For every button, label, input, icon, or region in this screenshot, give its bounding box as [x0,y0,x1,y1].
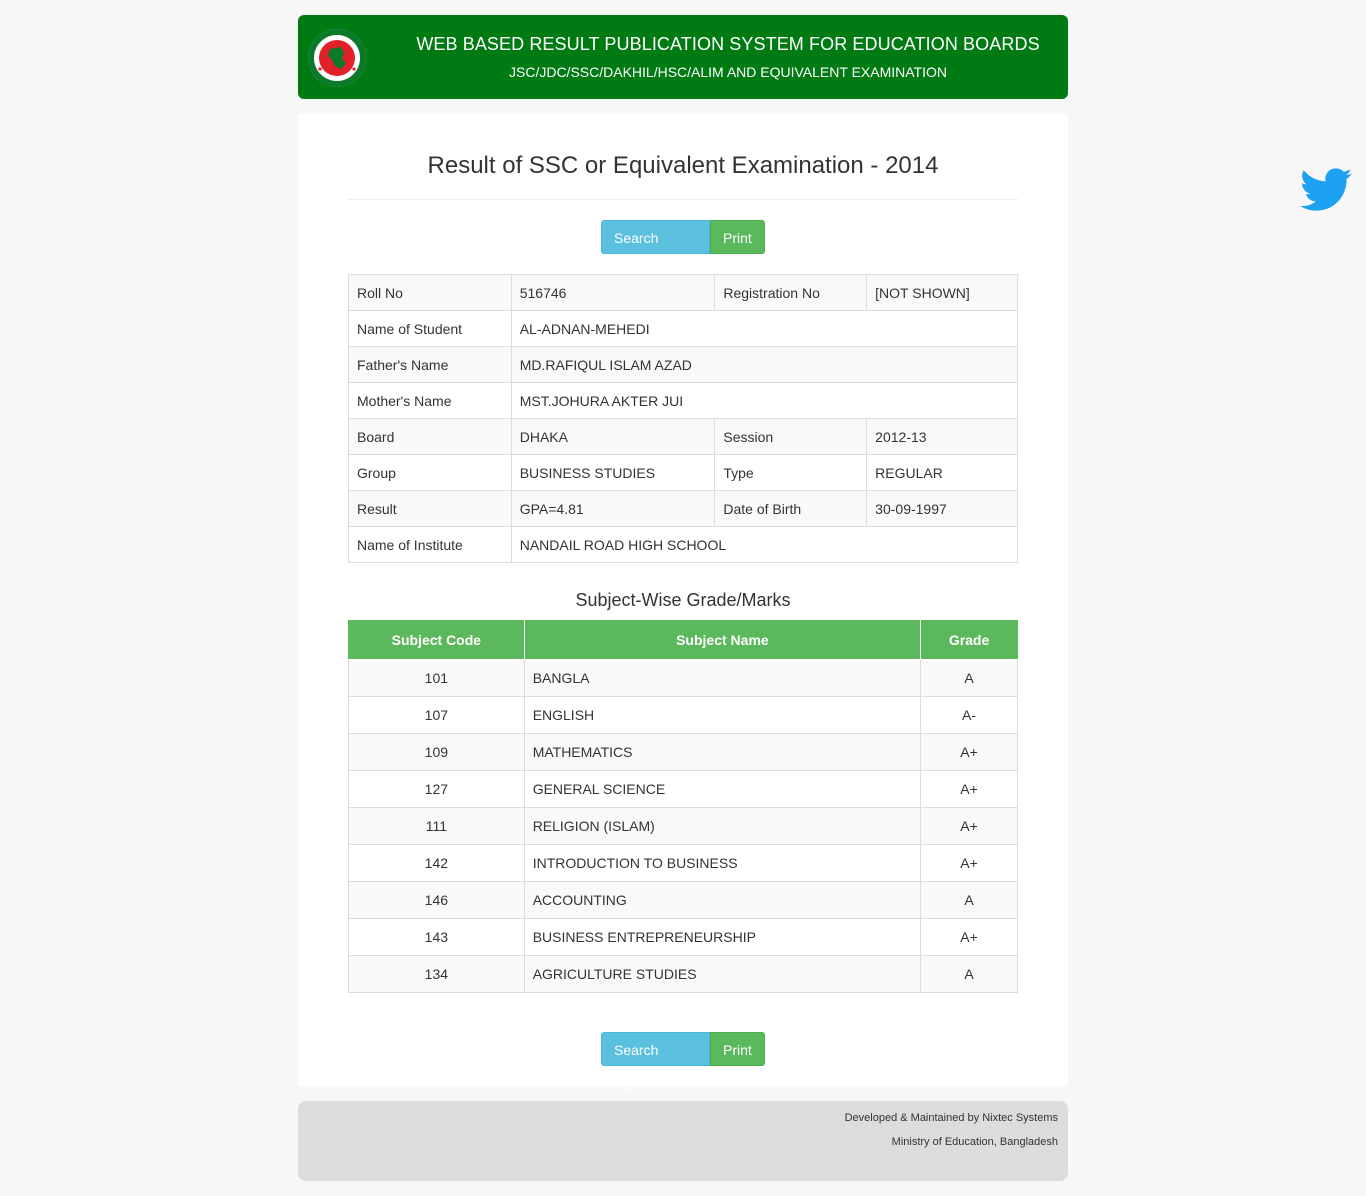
subject-name: BANGLA [523,659,922,697]
board-value: DHAKA [510,418,716,455]
top-button-group: Search Again Print [601,220,765,280]
column-header-subject-code: Subject Code [348,620,525,660]
registration-value: [NOT SHOWN] [866,274,1018,311]
subject-name: ENGLISH [523,696,922,734]
bangladesh-government-seal-icon [308,29,366,87]
student-name-value: AL-ADNAN-MEHEDI [510,310,1019,347]
subject-code: 143 [348,918,525,956]
subject-name: ACCOUNTING [523,881,922,919]
table-row: Result GPA=4.81 Date of Birth 30-09-1997 [348,490,1018,527]
site-header: WEB BASED RESULT PUBLICATION SYSTEM FOR … [298,15,1068,99]
subject-grade: A+ [920,807,1018,845]
subject-code: 109 [348,733,525,771]
subject-code: 146 [348,881,525,919]
result-label: Result [348,490,512,527]
bottom-button-group: Search Again Print [601,1032,765,1092]
subject-code: 134 [348,955,525,993]
table-row: Roll No 516746 Registration No [NOT SHOW… [348,274,1018,311]
subject-grade: A [920,659,1018,697]
subject-code: 142 [348,844,525,882]
group-label: Group [348,454,512,491]
table-row: Group BUSINESS STUDIES Type REGULAR [348,454,1018,491]
table-row: 142 INTRODUCTION TO BUSINESS A+ [348,844,1018,882]
subject-code: 101 [348,659,525,697]
footer-ministry: Ministry of Education, Bangladesh [891,1136,1058,1148]
subject-grade: A+ [920,844,1018,882]
column-header-subject-name: Subject Name [523,620,922,660]
subject-name: INTRODUCTION TO BUSINESS [523,844,922,882]
type-label: Type [714,454,868,491]
roll-value: 516746 [510,274,716,311]
search-again-button-bottom[interactable]: Search Again [601,1032,710,1092]
subject-code: 107 [348,696,525,734]
subject-code: 111 [348,807,525,845]
print-button-bottom[interactable]: Print [710,1032,765,1066]
subject-grade: A [920,881,1018,919]
subject-name: MATHEMATICS [523,733,922,771]
dob-label: Date of Birth [714,490,868,527]
grades-header-row: Subject Code Subject Name Grade [348,620,1018,660]
institute-value: NANDAIL ROAD HIGH SCHOOL [510,526,1019,563]
search-again-button[interactable]: Search Again [601,220,710,280]
footer-developer: Developed & Maintained by Nixtec Systems [844,1112,1058,1124]
header-title: WEB BASED RESULT PUBLICATION SYSTEM FOR … [416,34,1040,54]
table-row: Name of Institute NANDAIL ROAD HIGH SCHO… [348,526,1019,563]
twitter-bird-icon[interactable] [1300,168,1352,212]
subject-grade: A [920,955,1018,993]
subject-grade: A- [920,696,1018,734]
mother-name-label: Mother's Name [348,382,512,419]
subject-name: AGRICULTURE STUDIES [523,955,922,993]
group-value: BUSINESS STUDIES [510,454,716,491]
type-value: REGULAR [866,454,1018,491]
dob-value: 30-09-1997 [866,490,1018,527]
subject-grade: A+ [920,770,1018,808]
table-row: 146 ACCOUNTING A [348,881,1018,919]
header-subtitle: JSC/JDC/SSC/DAKHIL/HSC/ALIM AND EQUIVALE… [509,64,947,80]
subject-name: BUSINESS ENTREPRENEURSHIP [523,918,922,956]
student-info-table: Roll No 516746 Registration No [NOT SHOW… [348,274,1019,563]
subject-name: RELIGION (ISLAM) [523,807,922,845]
table-row: 134 AGRICULTURE STUDIES A [348,955,1018,993]
table-row: 127 GENERAL SCIENCE A+ [348,770,1018,808]
column-header-grade: Grade [920,620,1018,660]
result-value: GPA=4.81 [510,490,716,527]
table-row: 107 ENGLISH A- [348,696,1018,734]
table-row: 111 RELIGION (ISLAM) A+ [348,807,1018,845]
table-row: Father's Name MD.RAFIQUL ISLAM AZAD [348,346,1019,383]
student-name-label: Name of Student [348,310,512,347]
father-name-value: MD.RAFIQUL ISLAM AZAD [510,346,1019,383]
subject-name: GENERAL SCIENCE [523,770,922,808]
table-row: Mother's Name MST.JOHURA AKTER JUI [348,382,1019,419]
registration-label: Registration No [714,274,868,311]
roll-label: Roll No [348,274,512,311]
table-row: 101 BANGLA A [348,659,1018,697]
grades-heading: Subject-Wise Grade/Marks [575,590,791,610]
page-title: Result of SSC or Equivalent Examination … [427,152,939,179]
session-label: Session [714,418,868,455]
result-panel: Result of SSC or Equivalent Examination … [298,114,1068,1092]
father-name-label: Father's Name [348,346,512,383]
grades-table: Subject Code Subject Name Grade 101 BANG… [348,620,1018,993]
session-value: 2012-13 [866,418,1018,455]
subject-grade: A+ [920,733,1018,771]
table-row: 143 BUSINESS ENTREPRENEURSHIP A+ [348,918,1018,956]
print-button[interactable]: Print [710,220,765,254]
table-row: 109 MATHEMATICS A+ [348,733,1018,771]
title-divider [348,199,1018,200]
institute-label: Name of Institute [348,526,512,563]
table-row: Name of Student AL-ADNAN-MEHEDI [348,310,1019,347]
subject-code: 127 [348,770,525,808]
table-row: Board DHAKA Session 2012-13 [348,418,1018,455]
mother-name-value: MST.JOHURA AKTER JUI [510,382,1019,419]
subject-grade: A+ [920,918,1018,956]
site-footer: Developed & Maintained by Nixtec Systems… [298,1101,1068,1181]
board-label: Board [348,418,512,455]
